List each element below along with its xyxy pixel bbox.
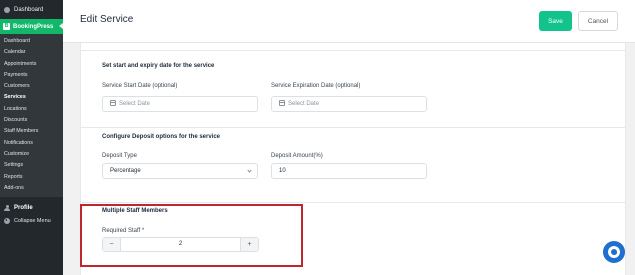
collapse-menu-label: Collapse Menu	[14, 217, 51, 224]
submenu-item-payments[interactable]: Payments	[0, 70, 63, 81]
expiry-date-input[interactable]: Select Date	[271, 96, 427, 112]
admin-sidebar: Dashboard B BookingPress Dashboard Calen…	[0, 0, 63, 275]
dashboard-icon	[4, 6, 10, 13]
start-date-label: Service Start Date (optional)	[102, 83, 178, 89]
save-button[interactable]: Save	[539, 11, 572, 31]
bookingpress-submenu: Dashboard Calendar Appointments Payments…	[0, 34, 63, 198]
collapse-icon	[4, 217, 10, 224]
deposit-type-select[interactable]: Percentage	[102, 163, 258, 179]
highlight-box	[80, 204, 303, 267]
submenu-item-locations[interactable]: Locations	[0, 104, 63, 115]
modal-header: Edit Service Save Cancel	[63, 0, 635, 43]
deposit-section: Configure Deposit options for the servic…	[81, 128, 625, 203]
sidebar-bookingpress-label: BookingPress	[13, 23, 54, 30]
expiry-date-placeholder: Select Date	[288, 101, 320, 107]
sidebar-profile-label: Profile	[14, 204, 33, 211]
sidebar-bookingpress[interactable]: B BookingPress	[0, 19, 63, 34]
submenu-item-dashboard[interactable]: Dashboard	[0, 36, 63, 47]
submenu-item-calendar[interactable]: Calendar	[0, 47, 63, 58]
expiry-date-label: Service Expiration Date (optional)	[271, 83, 361, 89]
submenu-item-staff-members[interactable]: Staff Members	[0, 126, 63, 137]
calendar-icon	[110, 100, 116, 106]
submenu-item-reports[interactable]: Reports	[0, 172, 63, 183]
dates-section: Set start and expiry date for the servic…	[81, 50, 625, 128]
deposit-amount-value: 10	[279, 168, 286, 174]
bookingpress-logo-icon: B	[3, 23, 10, 30]
submenu-item-services[interactable]: Services	[0, 92, 63, 103]
cancel-button[interactable]: Cancel	[578, 11, 618, 31]
start-date-placeholder: Select Date	[119, 101, 151, 107]
deposit-amount-input[interactable]: 10	[271, 163, 427, 179]
submenu-item-add-ons[interactable]: Add-ons	[0, 183, 63, 194]
deposit-section-title: Configure Deposit options for the servic…	[102, 134, 221, 140]
deposit-type-label: Deposit Type	[102, 153, 137, 159]
profile-icon	[4, 204, 10, 211]
submenu-item-appointments[interactable]: Appointments	[0, 59, 63, 70]
deposit-type-value: Percentage	[110, 168, 141, 174]
help-support-button[interactable]	[603, 241, 625, 263]
submenu-item-settings[interactable]: Settings	[0, 160, 63, 171]
page-title: Edit Service	[80, 14, 134, 25]
sidebar-bottom: Profile Collapse Menu	[0, 197, 63, 227]
submenu-item-notifications[interactable]: Notifications	[0, 138, 63, 149]
chevron-down-icon	[247, 168, 252, 173]
sidebar-dashboard[interactable]: Dashboard	[0, 0, 63, 19]
sidebar-profile[interactable]: Profile	[0, 201, 63, 214]
start-date-input[interactable]: Select Date	[102, 96, 258, 112]
submenu-item-customers[interactable]: Customers	[0, 81, 63, 92]
sidebar-dashboard-label: Dashboard	[14, 6, 44, 13]
calendar-icon	[279, 100, 285, 106]
submenu-item-discounts[interactable]: Discounts	[0, 115, 63, 126]
deposit-amount-label: Deposit Amount(%)	[271, 153, 323, 159]
dates-section-title: Set start and expiry date for the servic…	[102, 63, 215, 69]
submenu-item-customize[interactable]: Customize	[0, 149, 63, 160]
collapse-menu-button[interactable]: Collapse Menu	[0, 214, 63, 227]
